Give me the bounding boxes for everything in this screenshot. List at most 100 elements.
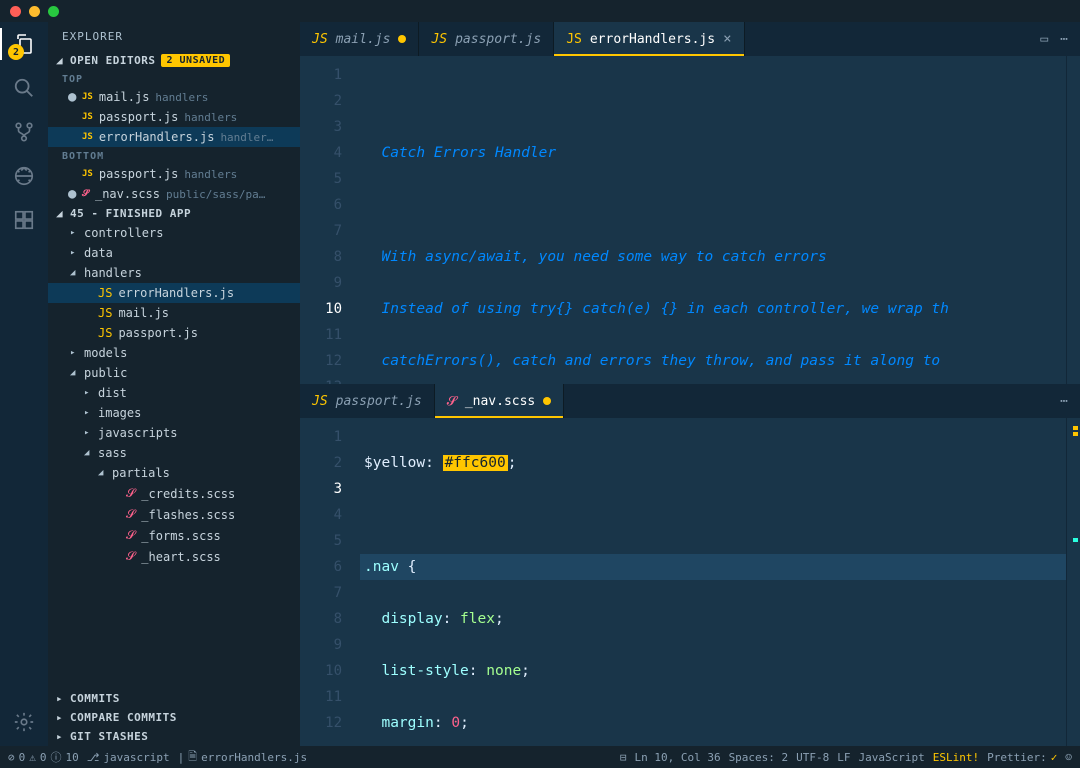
status-feedback-icon[interactable]: ☺: [1065, 751, 1072, 764]
status-encoding[interactable]: UTF-8: [796, 751, 829, 764]
chevron-right-icon: ▸: [84, 408, 92, 418]
editor-tab[interactable]: JSerrorHandlers.js×: [554, 22, 744, 56]
section-label: COMMITS: [70, 692, 120, 705]
sidebar-section-header[interactable]: ▸GIT STASHES: [48, 727, 300, 746]
tree-folder[interactable]: ▸dist: [48, 383, 300, 403]
editor-tab[interactable]: JSpassport.js: [300, 384, 435, 418]
status-problems[interactable]: ⊘0 ⚠0 ⓘ10: [8, 749, 79, 765]
editor-group-label: BOTTOM: [48, 147, 300, 164]
open-editor-item[interactable]: JS errorHandlers.js handler…: [48, 127, 300, 147]
tree-item-label: passport.js: [118, 326, 197, 340]
tree-item-label: mail.js: [118, 306, 169, 320]
file-lang-icon: JS: [82, 132, 93, 142]
minimap[interactable]: [1066, 56, 1080, 384]
file-icon: 🗎: [188, 748, 197, 767]
window-close-dot[interactable]: [10, 6, 21, 17]
status-spaces[interactable]: Spaces: 2: [729, 751, 789, 764]
tree-folder[interactable]: ◢ sass: [48, 443, 300, 463]
chevron-down-icon: ◢: [84, 448, 92, 458]
tree-file[interactable]: 𝓢_credits.scss: [48, 483, 300, 504]
folder-header[interactable]: ◢ 45 - FINISHED APP: [48, 204, 300, 223]
tree-file[interactable]: 𝓢_heart.scss: [48, 546, 300, 567]
tree-folder[interactable]: ◢public: [48, 363, 300, 383]
modified-dot: [543, 397, 551, 405]
tree-file[interactable]: JSmail.js: [48, 303, 300, 323]
tree-folder[interactable]: ▸images: [48, 403, 300, 423]
editor-pane-top[interactable]: 12345678910111213 Catch Errors Handler W…: [300, 56, 1080, 384]
tree-folder[interactable]: ▸controllers: [48, 223, 300, 243]
explorer-sidebar: EXPLORER ◢ OPEN EDITORS 2 UNSAVED TOP● J…: [48, 22, 300, 746]
status-eol[interactable]: LF: [837, 751, 850, 764]
open-editor-item[interactable]: JS passport.js handlers: [48, 164, 300, 184]
gutter: 12345678910111213: [300, 56, 360, 384]
status-language[interactable]: JavaScript: [859, 751, 925, 764]
split-editor-icon[interactable]: ▭: [1040, 32, 1048, 47]
tree-file[interactable]: 𝓢_flashes.scss: [48, 504, 300, 525]
open-editor-item[interactable]: ● 𝓢 _nav.scss public/sass/pa…: [48, 184, 300, 204]
status-prettier[interactable]: Prettier: ✓: [987, 751, 1057, 764]
chevron-down-icon: ◢: [56, 207, 64, 220]
tree-folder[interactable]: ◢partials: [48, 463, 300, 483]
chevron-right-icon: ▸: [84, 388, 92, 398]
open-editors-label: OPEN EDITORS: [70, 54, 155, 67]
tree-item-label: sass: [98, 446, 127, 460]
status-eslint[interactable]: ESLint!: [933, 751, 979, 764]
editor-tab[interactable]: 𝓢_nav.scss: [435, 384, 565, 418]
titlebar: [0, 0, 1080, 22]
window-max-dot[interactable]: [48, 6, 59, 17]
git-branch-icon: ⎇: [87, 751, 100, 764]
more-icon[interactable]: ⋯: [1060, 32, 1068, 47]
explorer-icon[interactable]: 2: [12, 32, 36, 56]
tabbar-top: JSmail.jsJSpassport.jsJSerrorHandlers.js…: [300, 22, 1080, 56]
close-icon[interactable]: ×: [723, 31, 731, 47]
open-editor-item[interactable]: ● JS mail.js handlers: [48, 87, 300, 107]
status-lncol[interactable]: Ln 10, Col 36: [634, 751, 720, 764]
tree-file[interactable]: JSpassport.js: [48, 323, 300, 343]
tree-item-label: handlers: [84, 266, 142, 280]
tree-folder[interactable]: ◢handlers: [48, 263, 300, 283]
tree-folder[interactable]: ▸models: [48, 343, 300, 363]
open-editor-item[interactable]: JS passport.js handlers: [48, 107, 300, 127]
file-name: errorHandlers.js: [99, 130, 215, 144]
open-editors-header[interactable]: ◢ OPEN EDITORS 2 UNSAVED: [48, 51, 300, 70]
minimap[interactable]: [1066, 418, 1080, 746]
editor-group-label: TOP: [48, 70, 300, 87]
tree-file[interactable]: 𝓢_forms.scss: [48, 525, 300, 546]
file-name: mail.js: [99, 90, 150, 104]
status-dock-icon[interactable]: ⊟: [620, 751, 627, 764]
error-icon: ⊘: [8, 751, 15, 764]
section-label: COMPARE COMMITS: [70, 711, 177, 724]
chevron-right-icon: ▸: [56, 711, 64, 724]
status-bar: ⊘0 ⚠0 ⓘ10 ⎇ javascript | 🗎 errorHandlers…: [0, 746, 1080, 768]
tree-folder[interactable]: ▸data: [48, 243, 300, 263]
code-area[interactable]: Catch Errors Handler With async/await, y…: [360, 56, 1066, 384]
chevron-down-icon: ◢: [70, 368, 78, 378]
tree-folder[interactable]: ▸javascripts: [48, 423, 300, 443]
sidebar-section-header[interactable]: ▸ COMPARE COMMITS: [48, 708, 300, 727]
debug-icon[interactable]: [12, 164, 36, 188]
file-lang-icon: 𝓢: [447, 394, 457, 409]
sidebar-section-header[interactable]: ▸COMMITS: [48, 689, 300, 708]
file-lang-icon: JS: [82, 112, 93, 122]
more-icon[interactable]: ⋯: [1060, 394, 1068, 409]
window-min-dot[interactable]: [29, 6, 40, 17]
chevron-down-icon: ◢: [56, 54, 64, 67]
source-control-icon[interactable]: [12, 120, 36, 144]
editor-pane-bottom[interactable]: 123456789101112 $yellow: #ffc600; .nav {…: [300, 418, 1080, 746]
code-area[interactable]: $yellow: #ffc600; .nav { display: flex; …: [360, 418, 1066, 746]
editor-tab[interactable]: JSpassport.js: [419, 22, 554, 56]
status-git[interactable]: ⎇ javascript: [87, 751, 170, 764]
file-name: _nav.scss: [95, 187, 160, 201]
tree-item-label: errorHandlers.js: [118, 286, 234, 300]
modified-dot: ●: [68, 190, 76, 198]
file-path: handlers: [155, 91, 208, 104]
search-icon[interactable]: [12, 76, 36, 100]
settings-gear-icon[interactable]: [12, 710, 36, 734]
status-file[interactable]: | 🗎 errorHandlers.js: [178, 748, 307, 767]
folder-label: 45 - FINISHED APP: [70, 207, 191, 220]
extensions-icon[interactable]: [12, 208, 36, 232]
tree-file[interactable]: JSerrorHandlers.js: [48, 283, 300, 303]
editor-tab[interactable]: JSmail.js: [300, 22, 419, 56]
file-name: passport.js: [99, 110, 178, 124]
tree-item-label: _forms.scss: [141, 529, 220, 543]
